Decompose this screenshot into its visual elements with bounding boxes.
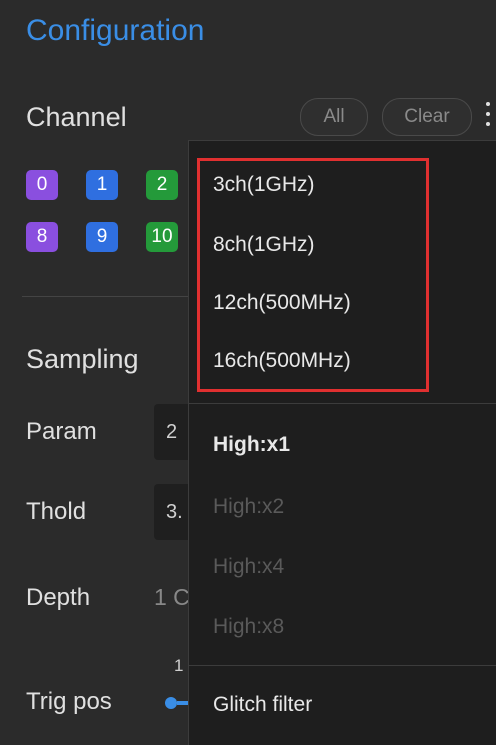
menu-item-high-x1[interactable]: High:x1 <box>213 433 290 457</box>
all-button[interactable]: All <box>300 98 368 136</box>
menu-separator <box>189 665 496 666</box>
menu-item-glitch-filter[interactable]: Glitch filter <box>213 693 312 717</box>
channel-chip-9[interactable]: 9 <box>86 222 118 252</box>
channel-chip-0[interactable]: 0 <box>26 170 58 200</box>
menu-item-high-x2: High:x2 <box>213 495 285 518</box>
trigpos-label: Trig pos <box>26 688 112 715</box>
channel-heading: Channel <box>26 102 127 132</box>
menu-item-high-x4: High:x4 <box>213 555 285 578</box>
depth-label: Depth <box>26 584 91 611</box>
sampling-heading: Sampling <box>26 344 139 374</box>
menu-item-high-x8: High:x8 <box>213 615 285 638</box>
thold-label: Thold <box>26 498 87 525</box>
channel-chip-2[interactable]: 2 <box>146 170 178 200</box>
menu-separator <box>189 403 496 404</box>
depth-value: 1 C <box>154 584 190 610</box>
section-divider <box>22 296 192 297</box>
clear-button[interactable]: Clear <box>382 98 472 136</box>
channel-chip-10[interactable]: 10 <box>146 222 178 252</box>
highlight-box <box>197 158 429 392</box>
trigpos-value: 1 <box>174 656 184 675</box>
param-label: Param <box>26 418 97 445</box>
page-title: Configuration <box>26 14 205 47</box>
context-menu: 3ch(1GHz) 8ch(1GHz) 12ch(500MHz) 16ch(50… <box>188 140 496 745</box>
trigpos-slider-handle[interactable] <box>165 697 177 709</box>
channel-chip-8[interactable]: 8 <box>26 222 58 252</box>
more-options-icon[interactable] <box>486 102 492 132</box>
channel-chip-1[interactable]: 1 <box>86 170 118 200</box>
